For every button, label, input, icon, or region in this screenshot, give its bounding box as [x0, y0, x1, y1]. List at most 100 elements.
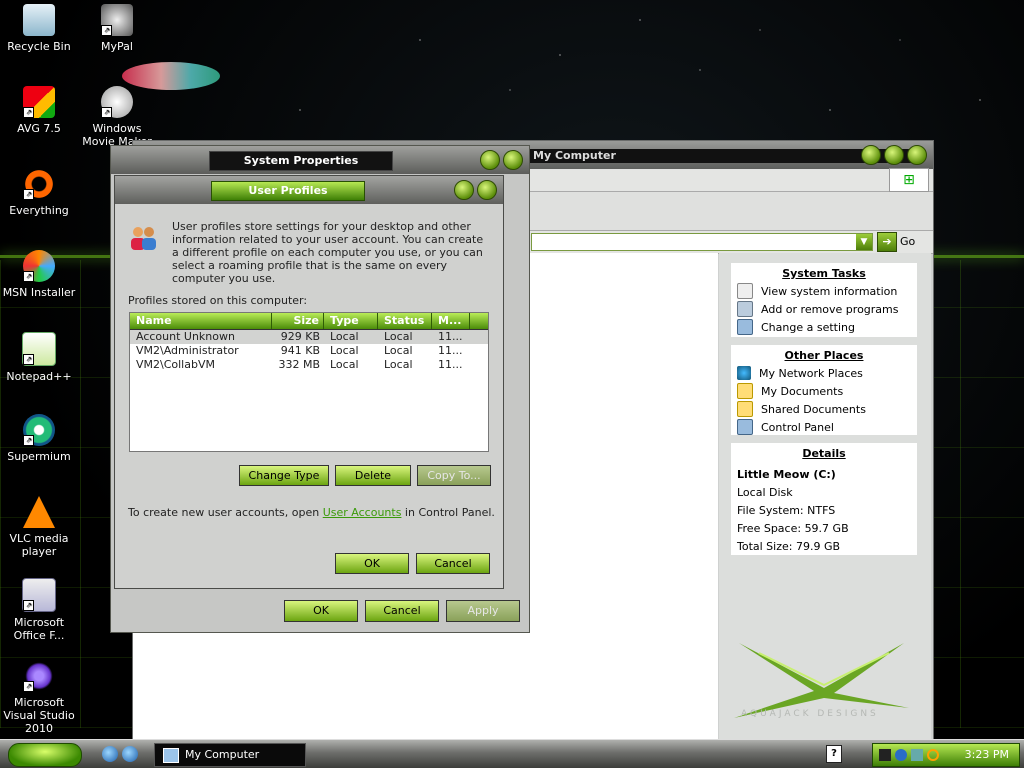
system-tasks-panel: System Tasks View system information Add…: [731, 263, 917, 337]
go-arrow-icon[interactable]: ➔: [877, 232, 897, 252]
start-button[interactable]: [8, 743, 82, 767]
desktop-icon-notepad-plus-plus[interactable]: ↗ Notepad++: [0, 332, 78, 383]
cell-status: Local: [384, 358, 413, 371]
desktop-icon-everything[interactable]: ↗ Everything: [0, 168, 78, 217]
user-accounts-link[interactable]: User Accounts: [323, 506, 402, 519]
cell-name: Account Unknown: [136, 330, 235, 343]
shared-documents-link[interactable]: Shared Documents: [731, 400, 917, 418]
desktop-icon-mypal[interactable]: ↗ MyPal: [78, 4, 156, 53]
search-icon[interactable]: [927, 749, 939, 761]
desktop-icon-label: Recycle Bin: [7, 40, 71, 53]
desktop-icon-avg[interactable]: ↗ AVG 7.5: [0, 86, 78, 135]
desktop-icon-movie-maker[interactable]: ↗ Windows Movie Maker: [78, 86, 156, 148]
cell-size: 332 MB: [278, 358, 320, 371]
column-header-status[interactable]: Status: [378, 313, 432, 329]
ok-button[interactable]: OK: [335, 553, 409, 574]
system-tasks-heading[interactable]: System Tasks: [731, 263, 917, 282]
user-profiles-dialog: User Profiles User profiles store settin…: [114, 175, 504, 589]
table-row[interactable]: VM2\Administrator 941 KB Local Local 11.…: [130, 344, 488, 358]
tray-help-icon[interactable]: [895, 749, 907, 761]
maximize-button[interactable]: [884, 145, 904, 165]
clock[interactable]: 3:23 PM: [965, 744, 1009, 766]
delete-button[interactable]: Delete: [335, 465, 411, 486]
desktop-icon-visual-studio[interactable]: ↗ Microsoft Visual Studio 2010: [0, 660, 78, 735]
close-button[interactable]: [907, 145, 927, 165]
recycle-bin-icon: [23, 4, 55, 36]
cell-type: Local: [330, 344, 359, 357]
brand-text: AQUAJACK DESIGNS: [741, 709, 879, 719]
free-space: Free Space: 59.7 GB: [737, 522, 849, 535]
windows-logo-icon: ⊞: [889, 168, 929, 192]
address-input[interactable]: ▼: [531, 233, 873, 251]
vlc-cone-icon: [23, 496, 55, 528]
change-setting-link[interactable]: Change a setting: [731, 318, 917, 336]
desktop-icon-supermium[interactable]: ↗ Supermium: [0, 414, 78, 463]
internet-explorer-icon[interactable]: [122, 746, 138, 762]
column-header-type[interactable]: Type: [324, 313, 378, 329]
close-button[interactable]: [503, 150, 523, 170]
link-label: My Network Places: [759, 366, 863, 380]
desktop-icon-label: Supermium: [7, 450, 71, 463]
cancel-button[interactable]: Cancel: [416, 553, 490, 574]
tray-app-icon[interactable]: [879, 749, 891, 761]
my-network-places-link[interactable]: My Network Places: [731, 364, 917, 382]
cancel-button[interactable]: Cancel: [365, 600, 439, 622]
help-button[interactable]: [480, 150, 500, 170]
details-panel: Details Little Meow (C:) Local Disk File…: [731, 443, 917, 555]
system-tray: 3:23 PM: [872, 743, 1020, 767]
copy-to-button[interactable]: Copy To...: [417, 465, 491, 486]
my-documents-link[interactable]: My Documents: [731, 382, 917, 400]
close-button[interactable]: [477, 180, 497, 200]
network-icon: [737, 366, 751, 380]
taskbar-item-my-computer[interactable]: My Computer: [154, 743, 306, 767]
link-label: Control Panel: [761, 420, 834, 434]
desktop-icon-recycle-bin[interactable]: Recycle Bin: [0, 4, 78, 53]
chevron-down-icon[interactable]: ▼: [856, 234, 872, 250]
cell-type: Local: [330, 358, 359, 371]
profiles-list[interactable]: Name Size Type Status M... Account Unkno…: [129, 312, 489, 452]
tray-app-icon[interactable]: [911, 749, 923, 761]
user-profiles-title: User Profiles: [211, 181, 365, 201]
office-icon: ↗: [22, 578, 56, 612]
cell-modified: 11...: [438, 330, 463, 343]
table-row[interactable]: Account Unknown 929 KB Local Local 11...: [130, 330, 488, 344]
column-header-modified[interactable]: M...: [432, 313, 470, 329]
column-header-size[interactable]: Size: [272, 313, 324, 329]
desktop-icon-label: Everything: [9, 204, 69, 217]
profiles-list-header: Name Size Type Status M...: [130, 313, 488, 330]
link-label: Add or remove programs: [761, 302, 899, 316]
explorer-title: My Computer: [533, 149, 616, 162]
cell-status: Local: [384, 344, 413, 357]
details-heading[interactable]: Details: [731, 443, 917, 462]
column-header-name[interactable]: Name: [130, 313, 272, 329]
cell-name: VM2\CollabVM: [136, 358, 215, 371]
visual-studio-icon: ↗: [23, 660, 55, 692]
avg-icon: ↗: [23, 86, 55, 118]
cell-modified: 11...: [438, 358, 463, 371]
msn-butterfly-icon: ↗: [23, 250, 55, 282]
cell-type: Local: [330, 330, 359, 343]
help-button[interactable]: [454, 180, 474, 200]
notepad-icon: ↗: [22, 332, 56, 366]
desktop-icon-label: Microsoft Office F...: [13, 616, 65, 642]
desktop-icon-vlc[interactable]: VLC media player: [0, 496, 78, 558]
user-profiles-title-bar[interactable]: User Profiles: [115, 176, 503, 204]
mypal-icon: ↗: [101, 4, 133, 36]
help-icon[interactable]: ?: [826, 745, 842, 763]
view-system-information-link[interactable]: View system information: [731, 282, 917, 300]
ok-button[interactable]: OK: [284, 600, 358, 622]
desktop-icon-msn-installer[interactable]: ↗ MSN Installer: [0, 250, 78, 299]
link-label: Change a setting: [761, 320, 855, 334]
desktop-icon-office[interactable]: ↗ Microsoft Office F...: [0, 578, 78, 642]
apply-button[interactable]: Apply: [446, 600, 520, 622]
internet-explorer-icon[interactable]: [102, 746, 118, 762]
add-remove-programs-link[interactable]: Add or remove programs: [731, 300, 917, 318]
change-type-button[interactable]: Change Type: [239, 465, 329, 486]
control-panel-link[interactable]: Control Panel: [731, 418, 917, 436]
system-properties-title-bar[interactable]: System Properties: [111, 146, 529, 174]
user-profiles-description: User profiles store settings for your de…: [172, 220, 484, 285]
go-button[interactable]: Go: [900, 235, 915, 248]
table-row[interactable]: VM2\CollabVM 332 MB Local Local 11...: [130, 358, 488, 372]
minimize-button[interactable]: [861, 145, 881, 165]
other-places-heading[interactable]: Other Places: [731, 345, 917, 364]
